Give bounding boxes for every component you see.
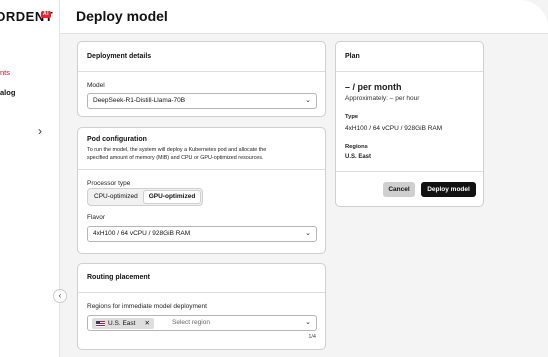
model-select[interactable]: DeepSeek-R1-Distill-Llama-70B ⌄ <box>87 93 317 109</box>
cpu-optimized-option[interactable]: CPU-optimized <box>89 190 143 204</box>
region-count: 1/4 <box>308 334 316 340</box>
plan-panel: Plan – / per month Approximately: – per … <box>335 41 484 207</box>
pod-description-line-2: specified amount of memory (MiB) and CPU… <box>87 155 264 161</box>
divider <box>78 71 325 72</box>
plan-type-label: Type <box>345 114 359 120</box>
model-label: Model <box>87 82 105 89</box>
divider <box>78 292 325 293</box>
plan-type-value: 4xH100 / 64 vCPU / 928GiB RAM <box>345 125 443 132</box>
app-logo[interactable]: ƆRDENT AI <box>0 9 53 24</box>
plan-approx: Approximately: – per hour <box>345 95 420 102</box>
sidebar-item-catalog[interactable]: alog <box>0 88 15 97</box>
plan-regions-value: U.S. East <box>345 154 372 160</box>
page-title: Deploy model <box>76 8 168 24</box>
region-chip: U.S. East ✕ <box>92 318 154 329</box>
model-value: DeepSeek-R1-Distill-Llama-70B <box>93 97 186 104</box>
plan-regions-label: Regions <box>345 144 368 150</box>
close-icon[interactable]: ✕ <box>144 318 149 329</box>
region-select-placeholder[interactable]: Select region <box>172 316 210 330</box>
regions-multiselect[interactable]: U.S. East ✕ Select region ⌄ <box>87 315 317 331</box>
processor-type-toggle: CPU-optimized GPU-optimized <box>87 188 204 206</box>
plan-title: Plan <box>345 53 360 60</box>
gpu-optimized-option[interactable]: GPU-optimized <box>142 190 202 204</box>
routing-placement-panel: Routing placement Regions for immediate … <box>77 263 326 350</box>
sidebar: ƆRDENT AI nts alog › <box>0 0 60 357</box>
flavor-label: Flavor <box>87 214 106 221</box>
chevron-down-icon: ⌄ <box>305 230 311 237</box>
flavor-select[interactable]: 4xH100 / 64 vCPU / 928GiB RAM ⌄ <box>87 226 317 242</box>
us-flag-icon <box>96 320 105 327</box>
region-chip-label: U.S. East <box>108 320 136 327</box>
plan-price: – / per month <box>345 82 402 92</box>
deployment-details-panel: Deployment details Model DeepSeek-R1-Dis… <box>77 41 326 117</box>
chevron-down-icon: ⌄ <box>305 319 311 326</box>
pod-description-line-1: To run the model, the system will deploy… <box>87 147 267 153</box>
chevron-down-icon: ⌄ <box>305 97 311 104</box>
chevron-right-icon[interactable]: › <box>38 124 42 138</box>
divider <box>336 71 483 72</box>
divider <box>336 171 483 172</box>
sidebar-item-deployments[interactable]: nts <box>0 68 10 77</box>
pod-configuration-title: Pod configuration <box>87 136 147 143</box>
logo-badge: AI <box>41 11 51 18</box>
deployment-details-title: Deployment details <box>87 53 152 60</box>
pod-configuration-panel: Pod configuration To run the model, the … <box>77 127 326 254</box>
regions-label: Regions for immediate model deployment <box>87 303 207 310</box>
deploy-model-button[interactable]: Deploy model <box>421 182 476 197</box>
divider <box>78 169 325 170</box>
collapse-sidebar-button[interactable]: ‹ <box>53 289 67 303</box>
cancel-button[interactable]: Cancel <box>383 182 415 197</box>
page-header: Deploy model <box>60 0 548 34</box>
processor-type-label: Processor type <box>87 180 131 187</box>
flavor-value: 4xH100 / 64 vCPU / 928GiB RAM <box>93 230 191 237</box>
chevron-left-icon: ‹ <box>58 291 62 300</box>
routing-placement-title: Routing placement <box>87 274 151 281</box>
